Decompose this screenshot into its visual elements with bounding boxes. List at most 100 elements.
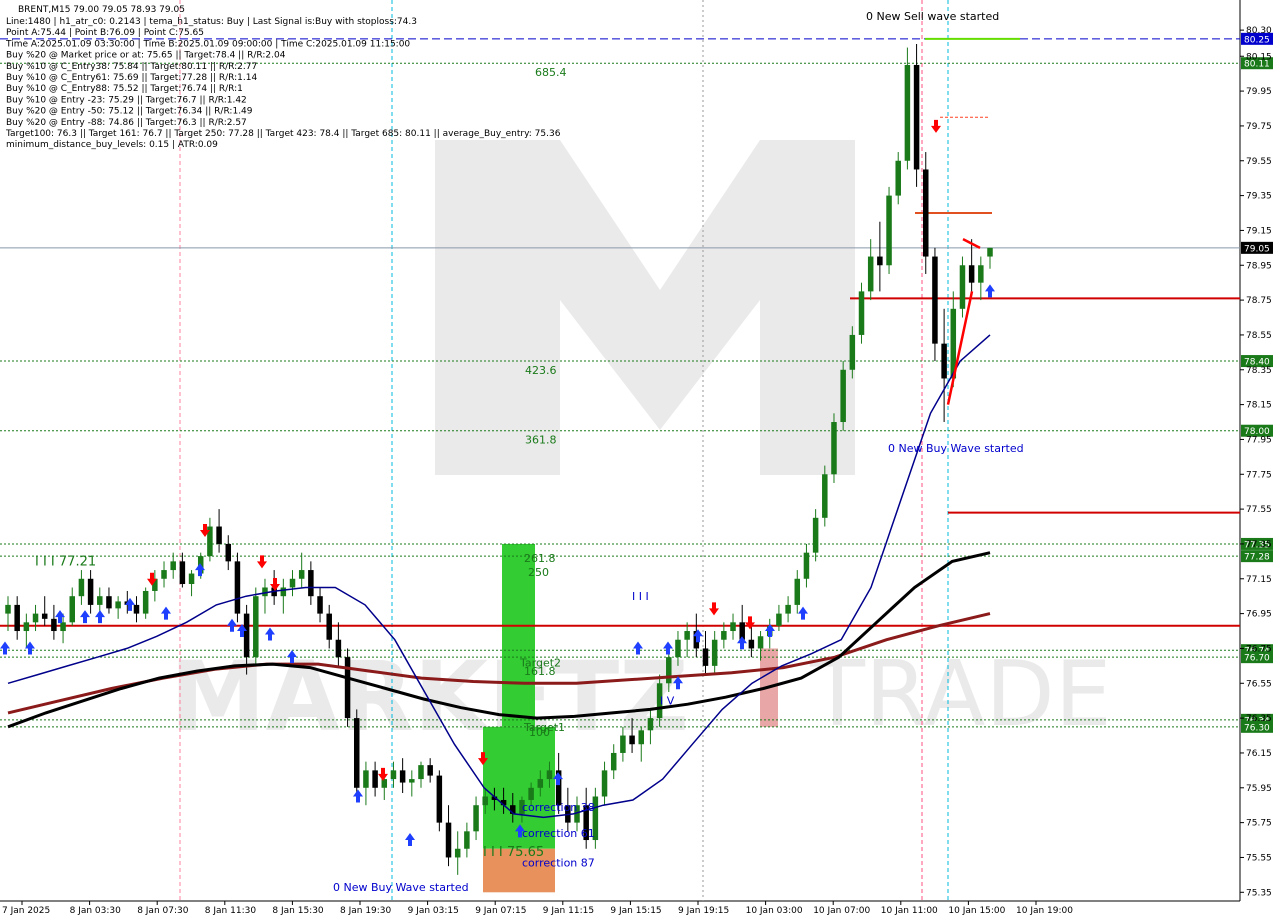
- annotation-14: I I I: [632, 590, 649, 603]
- candle-body: [23, 622, 30, 632]
- info-line-5: Buy %10 @ C_Entry61: 75.69 || Target:77.…: [6, 73, 257, 83]
- info-line-3: Buy %20 @ Market price or at: 75.65 || T…: [6, 51, 286, 61]
- x-tick-label-7: 9 Jan 07:15: [475, 906, 526, 916]
- candle-body: [601, 770, 608, 797]
- candle-body: [51, 618, 57, 632]
- x-tick-label-3: 8 Jan 11:30: [205, 906, 257, 916]
- annotation-12: I I I 75.65: [483, 845, 544, 860]
- y-tick-label-11: 78.15: [1246, 401, 1272, 411]
- x-tick-label-10: 9 Jan 19:15: [678, 906, 729, 916]
- candle-body: [289, 578, 296, 588]
- candle-body: [923, 169, 929, 257]
- annotation-16: 0 New Sell wave started: [866, 10, 999, 23]
- candle-body: [684, 631, 690, 640]
- x-tick-label-8: 9 Jan 11:15: [543, 906, 594, 916]
- y-tick-label-22: 75.95: [1246, 784, 1272, 794]
- candle-body: [610, 752, 617, 771]
- annotation-17: 0 New Buy Wave started: [888, 442, 1024, 455]
- y-tick-label-3: 79.75: [1246, 122, 1272, 132]
- candle-body: [629, 735, 635, 745]
- candle-body: [14, 604, 20, 632]
- candle-body: [978, 265, 984, 283]
- candle-body: [161, 570, 167, 579]
- annotation-15: I V: [660, 695, 675, 708]
- y-tick-label-20: 76.35: [1246, 714, 1272, 724]
- info-line-7: Buy %10 @ Entry -23: 75.29 || Target:76.…: [6, 95, 247, 105]
- y-tick-label-4: 79.55: [1246, 157, 1272, 167]
- candle-body: [335, 639, 342, 658]
- watermark-text-right: TRADE: [809, 642, 1112, 747]
- candle-body: [858, 291, 865, 335]
- candle-body: [280, 587, 287, 597]
- candle-body: [170, 561, 176, 571]
- candle-body: [115, 601, 121, 609]
- candle-body: [298, 570, 305, 579]
- candle-body: [638, 730, 645, 745]
- candle-body: [812, 517, 819, 553]
- watermark-text-left: MARKETZ: [170, 641, 689, 753]
- annotation-10: correction 61: [522, 827, 595, 840]
- y-tick-label-19: 76.55: [1246, 679, 1272, 689]
- y-tick-label-12: 77.95: [1246, 435, 1272, 445]
- candle-body: [702, 648, 709, 666]
- candle-body: [528, 787, 534, 800]
- candle-body: [932, 256, 938, 344]
- y-tick-label-2: 79.95: [1246, 87, 1272, 97]
- candle-body: [390, 770, 397, 780]
- candle-body: [344, 657, 351, 719]
- annotation-2: 361.8: [525, 433, 557, 446]
- price-tag-8: 76.70: [1244, 654, 1270, 664]
- candle-body: [803, 552, 810, 579]
- price-chart[interactable]: MARKETZ TRADE80.2580.1179.0578.4078.0077.…: [0, 0, 1280, 920]
- candle-body: [831, 422, 837, 475]
- annotation-6: Target2: [519, 656, 561, 669]
- annotation-9: correction 38: [522, 801, 595, 814]
- candle-body: [78, 578, 85, 597]
- y-tick-label-1: 80.15: [1246, 52, 1272, 62]
- candle-body: [133, 604, 140, 614]
- candle-body: [381, 779, 388, 788]
- symbol-line: BRENT,M15 79.00 79.05 78.93 79.05: [18, 5, 185, 15]
- candle-body: [41, 613, 48, 619]
- candle-body: [877, 256, 883, 266]
- info-line-0: Line:1480 | h1_atr_c0: 0.2143 | tema_h1_…: [6, 17, 417, 27]
- candle-body: [363, 770, 369, 788]
- x-tick-label-0: 7 Jan 2025: [2, 906, 50, 916]
- annotation-1: 423.6: [525, 364, 557, 377]
- candle-body: [913, 64, 920, 170]
- y-tick-label-5: 79.35: [1246, 192, 1272, 202]
- y-tick-label-17: 76.95: [1246, 610, 1272, 620]
- candle-body: [427, 765, 433, 776]
- info-line-10: Target100: 76.3 || Target 161: 76.7 || T…: [5, 129, 561, 139]
- candle-body: [464, 831, 470, 849]
- candle-body: [895, 160, 901, 196]
- candle-body: [647, 718, 654, 731]
- candle-body: [748, 639, 755, 649]
- annotation-13: I I I 77.21: [35, 554, 96, 569]
- candle-body: [822, 474, 828, 518]
- price-tag-10: 76.30: [1244, 723, 1270, 733]
- candle-body: [142, 590, 149, 614]
- x-tick-label-14: 10 Jan 15:00: [948, 906, 1005, 916]
- annotation-4: 250: [528, 566, 549, 579]
- candle-body: [32, 613, 39, 623]
- candle-body: [216, 526, 222, 544]
- candle-body: [987, 247, 993, 257]
- chart-window: MARKETZ TRADE 80.25 80.11 79.05 78.40 78.00 77.…: [0, 0, 1280, 920]
- candle-body: [372, 770, 378, 788]
- candle-body: [454, 848, 461, 858]
- candle-body: [721, 631, 727, 640]
- candle-body: [620, 735, 626, 753]
- y-tick-label-16: 77.15: [1246, 575, 1272, 585]
- y-tick-label-18: 76.75: [1246, 644, 1272, 654]
- annotation-0: 685.4: [535, 66, 567, 79]
- price-tag-2: 79.05: [1244, 244, 1270, 254]
- candle-body: [776, 613, 782, 626]
- candle-body: [867, 256, 874, 292]
- candle-body: [675, 639, 681, 658]
- candle-body: [69, 596, 75, 623]
- x-tick-label-1: 8 Jan 03:30: [70, 906, 122, 916]
- y-tick-label-0: 80.30: [1246, 26, 1272, 36]
- candle-body: [941, 343, 947, 379]
- candle-body: [60, 622, 66, 632]
